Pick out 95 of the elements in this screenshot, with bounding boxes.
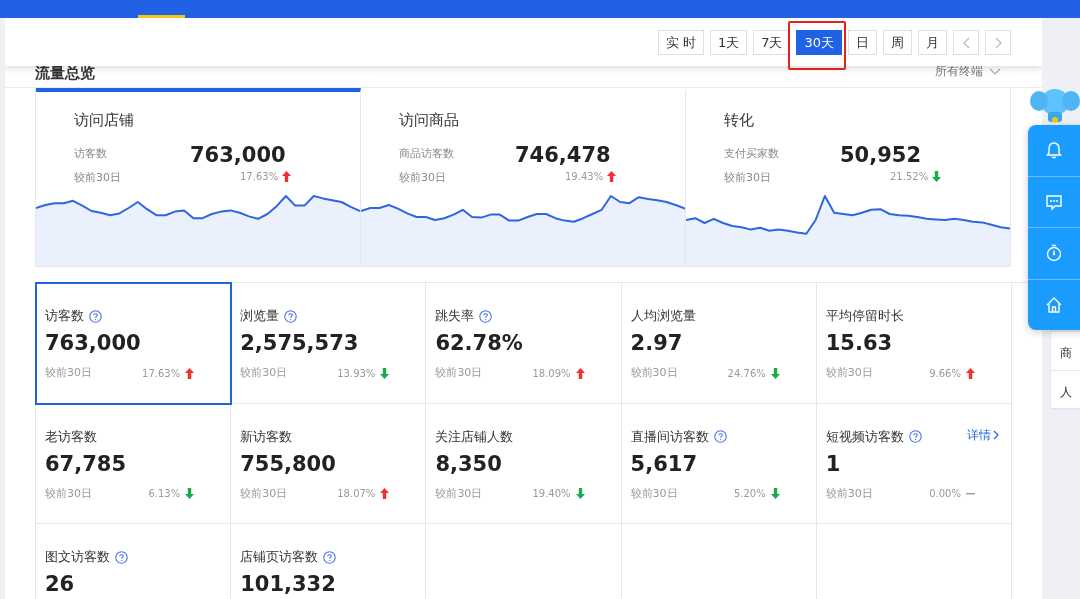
comparison-label: 较前30日 [45, 485, 92, 502]
metric-value: 50,952 [840, 142, 922, 169]
change-percent: 5.20% [733, 487, 766, 502]
comparison-label: 较前30日 [74, 170, 121, 186]
metric-label: 新访客数 [240, 427, 293, 446]
metric-card[interactable]: 访客数 763,000 较前30日 17.63% [36, 283, 232, 404]
side-menu-item[interactable]: 人 [1051, 371, 1080, 410]
metric-card[interactable]: 店铺页访客数 101,332 [231, 524, 427, 599]
metric-card[interactable]: 浏览量 2,575,573 较前30日 13.93% [231, 283, 427, 404]
chevron-left-icon [962, 37, 970, 49]
metric-card[interactable]: 图文访客数 26 [36, 524, 232, 599]
metric-value: 67,785 [45, 450, 128, 478]
change-percent: 17.63% [142, 366, 181, 381]
metric-label: 访客数 [74, 146, 107, 162]
metric-label: 店铺页访客数 [240, 548, 319, 567]
chevron-right-icon [994, 37, 1002, 49]
comparison-label: 较前30日 [825, 485, 873, 502]
tab-indicator [138, 15, 185, 18]
metric-value: 755,800 [240, 450, 337, 478]
stopwatch-icon [1044, 243, 1064, 264]
overview-card[interactable]: 访问商品 商品访客数 746,478 较前30日 19.43% [361, 88, 686, 266]
metric-label: 商品访客数 [399, 146, 454, 162]
metric-label: 关注店铺人数 [435, 427, 514, 446]
change-percent: 17.63% [240, 170, 279, 184]
overview-card[interactable]: 访问店铺 访客数 763,000 较前30日 17.63% [36, 88, 361, 266]
details-link[interactable]: 详情 [966, 425, 999, 444]
metric-label: 直播间访客数 [630, 427, 709, 446]
metric-label: 短视频访客数 [825, 427, 904, 446]
metric-card[interactable]: 老访客数 67,785 较前30日 6.13% [36, 403, 232, 524]
metric-value: 763,000 [45, 330, 142, 357]
metric-card[interactable]: 直播间访客数 5,617 较前30日 5.20% [621, 403, 817, 524]
change-percent: 0.00% [929, 487, 961, 502]
change-percent: 19.40% [532, 487, 571, 502]
card-title: 访问店铺 [74, 110, 134, 131]
metric-value: 1 [825, 450, 842, 478]
comparison-label: 较前30日 [435, 485, 483, 502]
metric-label: 人均浏览量 [630, 307, 696, 326]
change-percent: 19.43% [565, 170, 604, 184]
change-percent: 6.13% [148, 487, 181, 502]
metric-card[interactable]: 人均浏览量 2.97 较前30日 24.76% [621, 283, 817, 404]
metric-value: 8,350 [435, 450, 503, 478]
time-range-tab[interactable]: 实 时 [657, 29, 704, 55]
time-range-tab[interactable]: 1天 [709, 29, 748, 55]
change-percent: 24.76% [727, 366, 766, 381]
metric-value: 2.97 [630, 330, 684, 357]
metric-label: 浏览量 [240, 307, 280, 326]
metric-value: 15.63 [825, 330, 894, 357]
overview-card[interactable]: 转化 支付买家数 50,952 较前30日 21.52% [686, 88, 1010, 266]
metric-card[interactable]: 短视频访客数 1 较前30日 0.00% 详情 [816, 403, 1012, 524]
card-title: 转化 [724, 110, 754, 131]
metric-value: 62.78% [435, 330, 524, 357]
metric-card[interactable]: 跳失率 62.78% 较前30日 18.09% [426, 283, 622, 404]
comparison-label: 较前30日 [724, 170, 771, 186]
change-percent: 21.52% [890, 170, 929, 184]
metric-label: 访客数 [45, 307, 84, 326]
change-percent: 13.93% [337, 366, 376, 381]
next-button[interactable] [985, 29, 1011, 55]
metric-value: 763,000 [190, 142, 286, 169]
comparison-label: 较前30日 [435, 365, 483, 381]
metric-label: 支付买家数 [724, 146, 779, 162]
change-percent: 18.09% [532, 366, 571, 381]
time-range-tab[interactable]: 7天 [753, 29, 791, 55]
metric-label: 平均停留时长 [825, 307, 904, 326]
metric-card[interactable]: 关注店铺人数 8,350 较前30日 19.40% [426, 403, 622, 524]
card-title: 访问商品 [399, 110, 459, 131]
metric-card[interactable]: 新访客数 755,800 较前30日 18.07% [231, 403, 427, 524]
comparison-label: 较前30日 [630, 365, 678, 381]
chevron-down-icon [989, 67, 1001, 75]
side-menu-item[interactable]: 商 [1051, 332, 1080, 371]
metric-value: 2,575,573 [240, 330, 360, 357]
comparison-label: 较前30日 [825, 365, 873, 381]
comparison-label: 较前30日 [45, 365, 92, 381]
comparison-label: 较前30日 [240, 485, 288, 502]
comparison-label: 较前30日 [240, 365, 288, 381]
metric-card[interactable]: 平均停留时长 15.63 较前30日 9.66% [816, 283, 1012, 404]
comparison-label: 较前30日 [630, 485, 678, 502]
previous-button[interactable] [953, 29, 979, 55]
chevron-right-icon [992, 429, 999, 440]
metric-value: 101,332 [240, 571, 337, 598]
terminal-filter[interactable]: 所有终端 [935, 62, 983, 80]
metric-label: 图文访客数 [45, 548, 110, 567]
metric-value: 746,478 [515, 142, 611, 169]
bell-icon [1044, 140, 1064, 161]
metric-label: 跳失率 [435, 307, 475, 326]
section-title: 流量总览 [35, 63, 95, 84]
metric-label: 老访客数 [45, 427, 97, 446]
change-percent: 18.07% [337, 487, 376, 502]
time-range-tab[interactable]: 周 [883, 29, 912, 55]
time-range-tab[interactable]: 30天 [796, 29, 842, 55]
time-range-tab[interactable]: 日 [848, 29, 877, 55]
comparison-label: 较前30日 [399, 170, 446, 186]
metric-value: 5,617 [630, 450, 698, 478]
metric-value: 26 [45, 571, 76, 598]
change-percent: 9.66% [929, 366, 961, 381]
time-range-tab[interactable]: 月 [918, 29, 947, 55]
